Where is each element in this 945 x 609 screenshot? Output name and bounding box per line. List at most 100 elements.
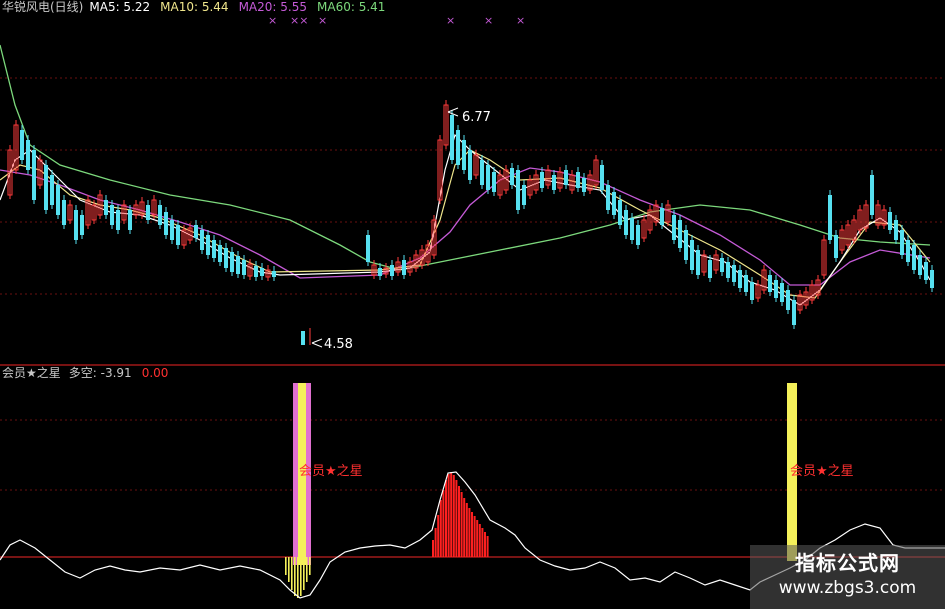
candle-body: [918, 255, 922, 275]
candle-body: [678, 220, 682, 248]
price-legend: 华锐风电(日线) MA5: 5.22 MA10: 5.44 MA20: 5.55…: [2, 0, 385, 14]
candle-body: [774, 280, 778, 298]
candle-body: [378, 268, 382, 276]
candle-body: [510, 168, 514, 185]
candle-body: [170, 220, 174, 240]
candle-body: [480, 160, 484, 185]
candle-body: [236, 256, 240, 274]
candle-body: [164, 212, 168, 235]
high-price-label: 6.77: [462, 110, 491, 125]
yellow-histogram: [285, 557, 311, 598]
candle-body: [888, 212, 892, 230]
histogram-bar: [437, 515, 440, 557]
histogram-bar: [439, 500, 442, 557]
candle-body: [900, 230, 904, 255]
candle-body: [744, 275, 748, 292]
candle-body: [158, 205, 162, 225]
candle-body: [366, 235, 370, 262]
histogram-bar: [486, 536, 489, 557]
candle-body: [906, 240, 910, 262]
histogram-bar: [442, 490, 445, 557]
candle-body: [176, 225, 180, 245]
ma5-value: MA5: 5.22: [89, 0, 151, 14]
histogram-bar: [285, 557, 287, 575]
candle-body: [146, 205, 150, 220]
signal-mark: ×: [516, 14, 525, 27]
candle-body: [402, 260, 406, 275]
low-candle: [301, 331, 305, 345]
candle-body: [630, 218, 634, 240]
histogram-bar: [434, 528, 437, 557]
histogram-bar: [297, 557, 299, 598]
histogram-bar: [473, 516, 476, 557]
candle-body: [390, 265, 394, 276]
candle-body: [44, 165, 48, 210]
candle-body: [32, 150, 36, 200]
watermark-title: 指标公式网: [795, 551, 900, 575]
candle-body: [564, 170, 568, 185]
candle-body: [80, 215, 84, 235]
histogram-bar: [306, 557, 308, 582]
histogram-bar: [450, 472, 453, 557]
candle-body: [582, 178, 586, 192]
candle-body: [110, 205, 114, 225]
histogram-bar: [447, 474, 450, 557]
duokong-value: 多空: -3.91: [68, 366, 132, 380]
signal-mark: ××: [290, 14, 308, 27]
ma20-line: [0, 167, 931, 286]
candle-body: [726, 262, 730, 278]
ma20-value: MA20: 5.55: [238, 0, 307, 14]
candle-body: [212, 240, 216, 258]
candle-body: [128, 210, 132, 230]
candle-body: [606, 185, 610, 210]
high-marker-icon: [447, 107, 459, 117]
histogram-bar: [300, 557, 302, 596]
candle-body: [450, 115, 454, 160]
histogram-bar: [460, 492, 463, 557]
candle-body: [738, 270, 742, 288]
low-marker-icon: [311, 338, 323, 348]
ma60-value: MA60: 5.41: [317, 0, 386, 14]
histogram-bar: [309, 557, 311, 575]
candle-body: [792, 300, 796, 325]
candle-body: [636, 225, 640, 245]
candle-body: [690, 240, 694, 270]
indicator-title: 会员★之星: [2, 366, 61, 380]
candle-body: [522, 185, 526, 205]
indicator-legend: 会员★之星 多空: -3.91 0.00: [2, 366, 168, 380]
histogram-bar: [452, 475, 455, 557]
histogram-bar: [455, 480, 458, 557]
candle-body: [750, 282, 754, 300]
candle-body: [62, 200, 66, 225]
candle-body: [104, 200, 108, 215]
candle-body: [576, 172, 580, 188]
histogram-bar: [471, 512, 473, 557]
candle-body: [230, 252, 234, 272]
candle-body: [20, 130, 24, 160]
histogram-bar: [303, 557, 305, 590]
candle-body: [468, 150, 472, 180]
histogram-bar: [463, 498, 466, 557]
candle-body: [492, 172, 496, 192]
histogram-bar: [445, 480, 447, 557]
candle-body: [74, 210, 78, 240]
extra-value: 0.00: [141, 366, 169, 380]
signal-mark: ×: [484, 14, 493, 27]
candle-body: [456, 130, 460, 165]
histogram-bar: [468, 508, 471, 557]
chart-canvas: 6.77 4.58 × ×× × × × × 会员★之星 会员★之星: [0, 14, 945, 599]
histogram-bar: [476, 520, 479, 557]
signal-label: 会员★之星: [790, 464, 854, 479]
candle-body: [708, 260, 712, 278]
candle-body: [242, 260, 246, 275]
candle-body: [768, 275, 772, 292]
signal-mark: ×: [446, 14, 455, 27]
signal-mark: ×: [268, 14, 277, 27]
histogram-bar: [484, 532, 486, 557]
candle-body: [200, 230, 204, 250]
candle-body: [924, 262, 928, 280]
candle-body: [780, 283, 784, 302]
candle-body: [720, 258, 724, 272]
candle-body: [486, 165, 490, 190]
candle-body: [828, 195, 832, 240]
